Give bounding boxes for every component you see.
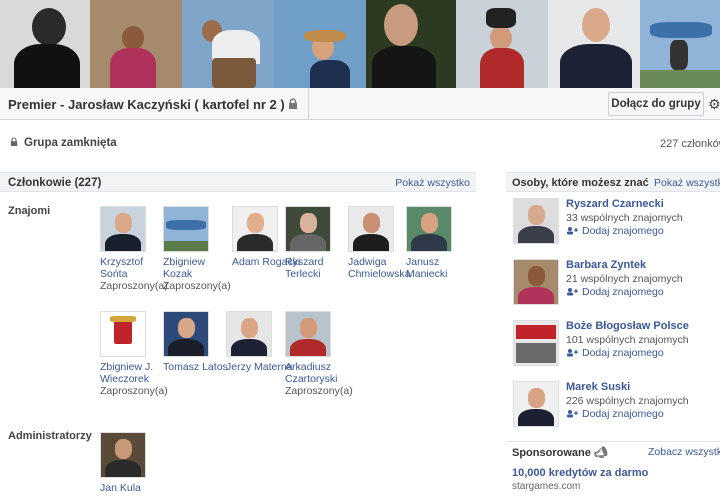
suggestion-item: Boże Błogosław Polsce 101 wspólnych znaj… xyxy=(510,320,720,376)
member-card[interactable]: Ryszard Terlecki xyxy=(285,206,355,280)
members-header: Członkowie (227) Pokaż wszystko xyxy=(0,172,476,192)
suggestion-photo[interactable] xyxy=(513,320,559,366)
member-name[interactable]: Janusz Maniecki xyxy=(406,256,476,280)
member-photo[interactable] xyxy=(163,311,209,357)
member-photo[interactable] xyxy=(406,206,452,252)
add-friend-label: Dodaj znajomego xyxy=(582,286,664,298)
member-photo[interactable] xyxy=(232,206,278,252)
member-status: Zaproszony(a) xyxy=(285,385,353,397)
suggestion-name[interactable]: Boże Błogosław Polsce xyxy=(566,320,689,332)
group-title[interactable]: Premier - Jarosław Kaczyński ( kartofel … xyxy=(8,97,285,112)
member-card[interactable]: Janusz Maniecki xyxy=(406,206,476,280)
divider xyxy=(308,88,309,120)
closed-group-label: Grupa zamknięta xyxy=(24,137,117,149)
member-card[interactable]: Zbigniew J. Wieczorek Zaproszony(a) xyxy=(100,311,170,397)
mutual-friends: 226 wspólnych znajomych xyxy=(566,395,689,407)
sponsored-header: Sponsorowane 📣︎ Zobacz wszystkie xyxy=(506,441,720,461)
suggestion-name[interactable]: Marek Suski xyxy=(566,381,630,393)
member-photo[interactable] xyxy=(163,206,209,252)
member-name[interactable]: Ryszard Terlecki xyxy=(285,256,355,280)
cover-photo xyxy=(0,0,90,88)
gear-icon[interactable]: ⚙ xyxy=(708,96,720,113)
sponsored-show-all-link[interactable]: Zobacz wszystkie xyxy=(648,446,720,458)
sponsored-title-text: Sponsorowane xyxy=(512,447,591,459)
member-photo[interactable] xyxy=(348,206,394,252)
add-friend-button[interactable]: Dodaj znajomego xyxy=(566,225,664,237)
suggestion-item: Ryszard Czarnecki 33 wspólnych znajomych… xyxy=(510,198,720,254)
suggestion-name[interactable]: Ryszard Czarnecki xyxy=(566,198,664,210)
lock-icon xyxy=(289,98,297,109)
lock-icon xyxy=(10,137,18,146)
suggestion-item: Barbara Zyntek 21 wspólnych znajomych Do… xyxy=(510,259,720,315)
member-name[interactable]: Zbigniew J. Wieczorek xyxy=(100,361,170,385)
admins-label: Administratorzy xyxy=(8,430,92,442)
suggestion-photo[interactable] xyxy=(513,259,559,305)
cover-photo-strip xyxy=(0,0,720,88)
people-show-all-link[interactable]: Pokaż wszystkie xyxy=(654,177,720,189)
member-photo[interactable] xyxy=(285,206,331,252)
mutual-friends: 101 wspólnych znajomych xyxy=(566,334,689,346)
suggestion-photo[interactable] xyxy=(513,381,559,427)
members-show-all-link[interactable]: Pokaż wszystko xyxy=(395,177,470,189)
ad-title-link[interactable]: 10,000 kredytów za darmo xyxy=(512,467,648,479)
add-friend-button[interactable]: Dodaj znajomego xyxy=(566,347,664,359)
add-friend-label: Dodaj znajomego xyxy=(582,347,664,359)
member-photo[interactable] xyxy=(100,311,146,357)
cover-photo xyxy=(182,0,274,88)
cover-photo xyxy=(274,0,366,88)
member-name[interactable]: Tomasz Latos xyxy=(163,361,233,373)
people-you-may-know-header: Osoby, które możesz znać Pokaż wszystkie xyxy=(506,172,720,192)
people-title: Osoby, które możesz znać xyxy=(512,177,649,189)
member-count: 227 członków xyxy=(660,138,720,150)
suggestion-photo[interactable] xyxy=(513,198,559,244)
closed-group-indicator: Grupa zamknięta xyxy=(10,137,117,149)
member-card[interactable]: Zbigniew Kozak Zaproszony(a) xyxy=(163,206,233,292)
member-name[interactable]: Jan Kula xyxy=(100,482,170,494)
cover-photo xyxy=(90,0,182,88)
add-friend-icon xyxy=(567,288,578,296)
member-photo[interactable] xyxy=(100,432,146,478)
add-friend-label: Dodaj znajomego xyxy=(582,408,664,420)
member-name[interactable]: Arkadiusz Czartoryski xyxy=(285,361,355,385)
suggestion-name[interactable]: Barbara Zyntek xyxy=(566,259,646,271)
members-title: Członkowie (227) xyxy=(8,177,102,189)
add-friend-label: Dodaj znajomego xyxy=(582,225,664,237)
mutual-friends: 33 wspólnych znajomych xyxy=(566,212,683,224)
member-status: Zaproszony(a) xyxy=(100,385,168,397)
megaphone-icon: 📣︎ xyxy=(593,447,608,459)
ad-url: stargames.com xyxy=(512,481,581,492)
member-photo[interactable] xyxy=(100,206,146,252)
group-title-bar: Premier - Jarosław Kaczyński ( kartofel … xyxy=(0,88,720,120)
friends-label: Znajomi xyxy=(8,205,51,217)
sponsored-title: Sponsorowane 📣︎ xyxy=(512,446,608,459)
add-friend-button[interactable]: Dodaj znajomego xyxy=(566,286,664,298)
member-name[interactable]: Krzysztof Sońta xyxy=(100,256,170,280)
member-status: Zaproszony(a) xyxy=(100,280,168,292)
member-card[interactable]: Tomasz Latos xyxy=(163,311,233,373)
member-photo[interactable] xyxy=(226,311,272,357)
add-friend-button[interactable]: Dodaj znajomego xyxy=(566,408,664,420)
add-friend-icon xyxy=(567,349,578,357)
add-friend-icon xyxy=(567,410,578,418)
cover-photo xyxy=(456,0,548,88)
join-group-button[interactable]: Dołącz do grupy xyxy=(608,92,704,116)
suggestion-item: Marek Suski 226 wspólnych znajomych Doda… xyxy=(510,381,720,437)
add-friend-icon xyxy=(567,227,578,235)
cover-photo xyxy=(548,0,640,88)
member-card[interactable]: Krzysztof Sońta Zaproszony(a) xyxy=(100,206,170,292)
admin-card[interactable]: Jan Kula xyxy=(100,432,170,494)
mutual-friends: 21 wspólnych znajomych xyxy=(566,273,683,285)
member-photo[interactable] xyxy=(285,311,331,357)
member-name[interactable]: Zbigniew Kozak xyxy=(163,256,233,280)
member-card[interactable]: Arkadiusz Czartoryski Zaproszony(a) xyxy=(285,311,355,397)
cover-photo xyxy=(366,0,456,88)
cover-photo xyxy=(640,0,720,88)
member-status: Zaproszony(a) xyxy=(163,280,231,292)
